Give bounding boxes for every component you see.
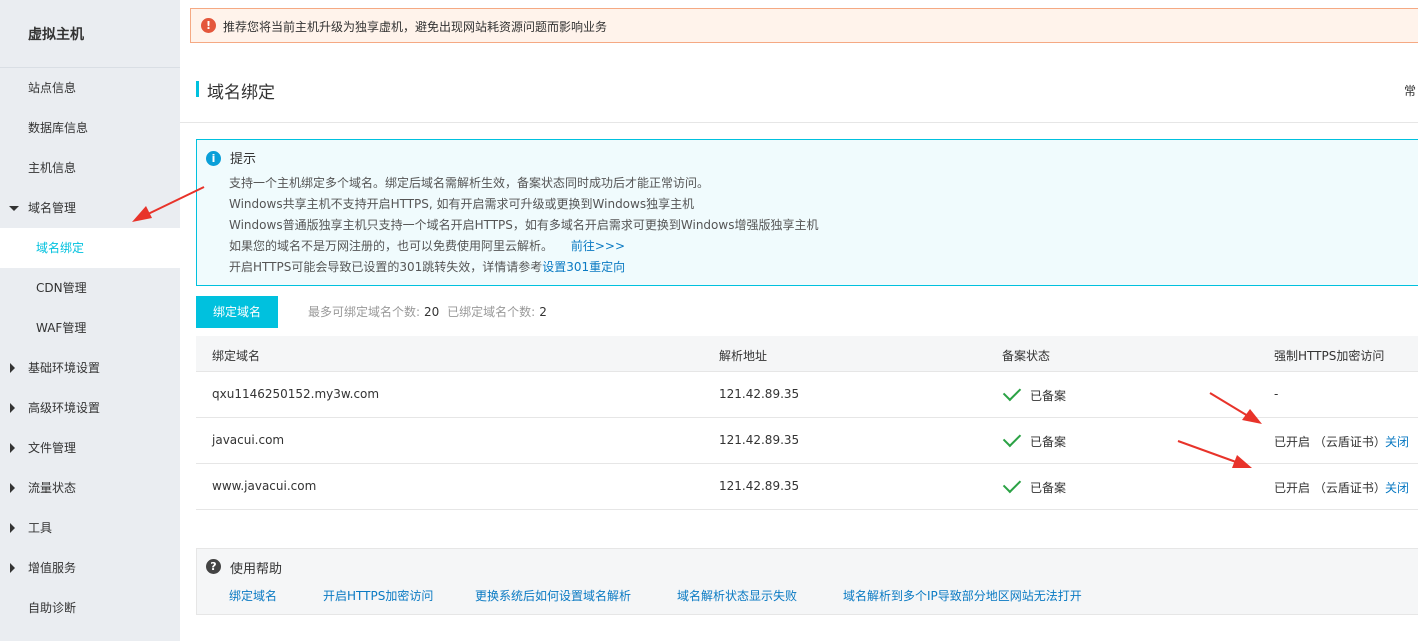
https-cell: 已开启 （云盾证书） [1274, 435, 1386, 449]
sidebar-item-label: 主机信息 [28, 161, 77, 175]
column-header-status: 备案状态 [1002, 349, 1051, 363]
sidebar-title: 虚拟主机 [28, 27, 84, 43]
sidebar-item-value-added[interactable]: 增值服务 [0, 548, 180, 588]
sidebar-item-cdn[interactable]: CDN管理 [0, 268, 180, 308]
header-right-link[interactable]: 常 [1404, 82, 1416, 99]
bind-domain-button[interactable]: 绑定域名 [196, 296, 278, 328]
caret-right-icon [10, 523, 15, 533]
column-header-ip: 解析地址 [719, 349, 768, 363]
tip-line-text: 如果您的域名不是万网注册的，也可以免费使用阿里云解析。 [229, 239, 554, 253]
sidebar-item-domain-binding[interactable]: 域名绑定 [0, 228, 180, 268]
info-icon: i [206, 151, 221, 166]
sidebar-item-domain-management[interactable]: 域名管理 [0, 188, 180, 228]
status-text: 已备案 [1030, 435, 1067, 449]
column-header-https: 强制HTTPS加密访问 [1274, 349, 1385, 363]
sidebar-item-host-info[interactable]: 主机信息 [0, 148, 180, 188]
sidebar-item-advanced-env[interactable]: 高级环境设置 [0, 388, 180, 428]
tip-panel: i 提示 支持一个主机绑定多个域名。绑定后域名需解析生效，备案状态同时成功后才能… [196, 139, 1418, 286]
redirect-301-link[interactable]: 设置301重定向 [542, 260, 625, 274]
question-icon: ? [206, 559, 221, 574]
tip-line-301: 开启HTTPS可能会导致已设置的301跳转失效，详情请参考设置301重定向 [229, 258, 625, 275]
help-link-dns-after-switch[interactable]: 更换系统后如何设置域名解析 [475, 587, 631, 604]
tip-line-alidns: 如果您的域名不是万网注册的，也可以免费使用阿里云解析。 前往>>> [229, 237, 625, 254]
table-row: qxu1146250152.my3w.com 121.42.89.35 已备案 … [196, 372, 1418, 418]
domain-cell: javacui.com [212, 433, 285, 447]
sidebar-item-database-info[interactable]: 数据库信息 [0, 108, 180, 148]
tip-title: 提示 [230, 152, 257, 167]
page-title: 域名绑定 [207, 83, 275, 103]
ip-cell: 121.42.89.35 [719, 387, 800, 401]
caret-right-icon [10, 363, 15, 373]
tip-line: 支持一个主机绑定多个域名。绑定后域名需解析生效，备案状态同时成功后才能正常访问。 [229, 176, 710, 190]
max-domains-label: 最多可绑定域名个数: [308, 305, 421, 319]
check-icon [1002, 474, 1022, 494]
status-cell: 已备案 [1002, 428, 1067, 450]
help-link-multi-ip[interactable]: 域名解析到多个IP导致部分地区网站无法打开 [843, 587, 1082, 604]
sidebar-item-label: 高级环境设置 [28, 401, 101, 415]
caret-right-icon [10, 483, 15, 493]
main-content: ! 推荐您将当前主机升级为独享虚机，避免出现网站耗资源问题而影响业务 域名绑定 … [180, 0, 1418, 641]
header-divider [180, 122, 1418, 123]
table-row: javacui.com 121.42.89.35 已备案 已开启 （云盾证书） … [196, 418, 1418, 464]
sidebar-item-label: 基础环境设置 [28, 361, 101, 375]
sidebar-item-label: 流量状态 [28, 481, 77, 495]
sidebar-item-label: 自助诊断 [28, 601, 77, 615]
column-header-domain: 绑定域名 [212, 349, 261, 363]
ip-cell: 121.42.89.35 [719, 479, 800, 493]
caret-right-icon [10, 563, 15, 573]
help-link-dns-status-failed[interactable]: 域名解析状态显示失败 [677, 587, 797, 604]
sidebar-item-label: WAF管理 [36, 321, 87, 335]
title-accent-bar [196, 81, 199, 97]
table-row: www.javacui.com 121.42.89.35 已备案 已开启 （云盾… [196, 464, 1418, 510]
sidebar-item-label: CDN管理 [36, 281, 87, 295]
caret-down-icon [9, 206, 19, 211]
sidebar-item-label: 工具 [28, 521, 53, 535]
sidebar-item-site-info[interactable]: 站点信息 [0, 68, 180, 108]
bound-domains-value: 2 [539, 305, 547, 319]
table-header: 绑定域名 解析地址 备案状态 强制HTTPS加密访问 [196, 336, 1418, 372]
bound-domains-label: 已绑定域名个数: [447, 305, 536, 319]
tip-line-text: 开启HTTPS可能会导致已设置的301跳转失效，详情请参考 [229, 260, 543, 274]
caret-right-icon [10, 403, 15, 413]
help-title: 使用帮助 [230, 562, 283, 577]
sidebar-item-traffic-status[interactable]: 流量状态 [0, 468, 180, 508]
disable-https-link[interactable]: 关闭 [1385, 433, 1409, 450]
help-link-enable-https[interactable]: 开启HTTPS加密访问 [323, 587, 433, 604]
sidebar-item-basic-env[interactable]: 基础环境设置 [0, 348, 180, 388]
domain-cell: www.javacui.com [212, 479, 317, 493]
https-cell: 已开启 （云盾证书） [1274, 481, 1386, 495]
domain-cell: qxu1146250152.my3w.com [212, 387, 380, 401]
sidebar-item-tools[interactable]: 工具 [0, 508, 180, 548]
sidebar-item-label: 域名管理 [28, 201, 77, 215]
sidebar-item-label: 文件管理 [28, 441, 77, 455]
check-icon [1002, 382, 1022, 402]
status-text: 已备案 [1030, 481, 1067, 495]
warning-icon: ! [201, 18, 216, 33]
sidebar-item-self-diagnosis[interactable]: 自助诊断 [0, 588, 180, 628]
status-cell: 已备案 [1002, 382, 1067, 404]
upgrade-alert: ! 推荐您将当前主机升级为独享虚机，避免出现网站耗资源问题而影响业务 [190, 8, 1418, 43]
tip-line: Windows共享主机不支持开启HTTPS, 如有开启需求可升级或更换到Wind… [229, 197, 695, 211]
check-icon [1002, 428, 1022, 448]
sidebar-item-label: 数据库信息 [28, 121, 89, 135]
status-cell: 已备案 [1002, 474, 1067, 496]
caret-right-icon [10, 443, 15, 453]
help-panel: ? 使用帮助 绑定域名 开启HTTPS加密访问 更换系统后如何设置域名解析 域名… [196, 548, 1418, 615]
disable-https-link[interactable]: 关闭 [1385, 479, 1409, 496]
sidebar-item-waf[interactable]: WAF管理 [0, 308, 180, 348]
alert-text: 推荐您将当前主机升级为独享虚机，避免出现网站耗资源问题而影响业务 [223, 20, 608, 34]
sidebar-item-label: 域名绑定 [36, 241, 85, 255]
tip-line: Windows普通版独享主机只支持一个域名开启HTTPS，如有多域名开启需求可更… [229, 218, 819, 232]
sidebar-item-file-management[interactable]: 文件管理 [0, 428, 180, 468]
sidebar: 虚拟主机 站点信息 数据库信息 主机信息 域名管理 域名绑定 CDN管理 WAF… [0, 0, 180, 641]
goto-alidns-link[interactable]: 前往>>> [571, 239, 625, 253]
max-domains-value: 20 [424, 305, 440, 319]
help-link-bind-domain[interactable]: 绑定域名 [229, 587, 277, 604]
status-text: 已备案 [1030, 389, 1067, 403]
domain-quota: 最多可绑定域名个数: 20 已绑定域名个数: 2 [308, 303, 551, 320]
sidebar-item-label: 站点信息 [28, 81, 77, 95]
ip-cell: 121.42.89.35 [719, 433, 800, 447]
https-cell: - [1274, 387, 1279, 401]
sidebar-item-label: 增值服务 [28, 561, 77, 575]
